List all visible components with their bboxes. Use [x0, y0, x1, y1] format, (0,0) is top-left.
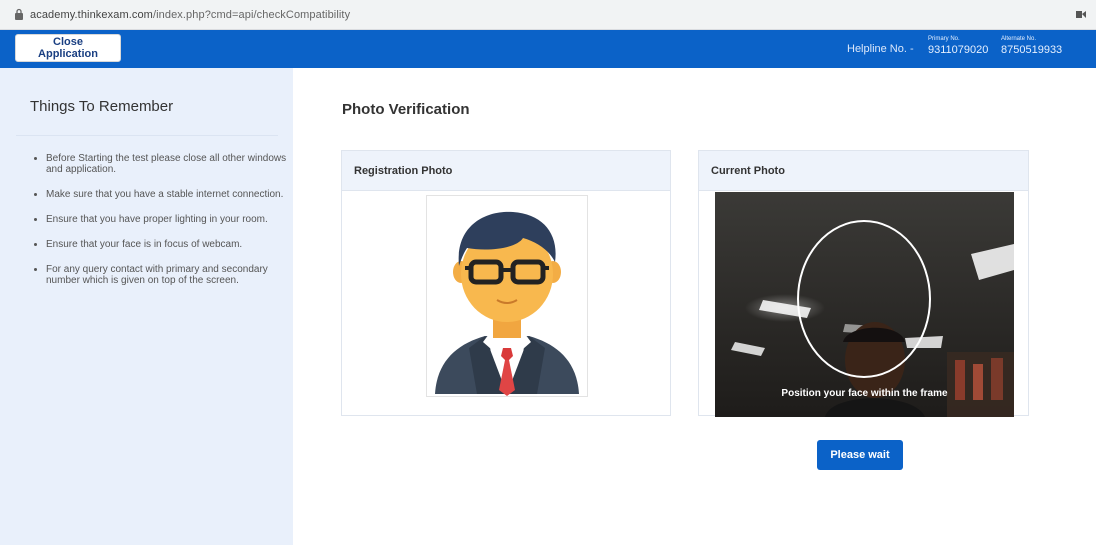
list-item: Before Starting the test please close al… [46, 153, 291, 175]
current-photo-card: Current Photo Position your face within … [698, 150, 1029, 417]
primary-number-block: Primary No. 9311079020 [928, 36, 988, 57]
alternate-number-label: Alternate No. [1001, 36, 1037, 42]
page-title: Photo Verification [342, 101, 470, 118]
instructions-list: Before Starting the test please close al… [32, 153, 291, 300]
list-item: Make sure that you have a stable interne… [46, 189, 291, 200]
close-application-button[interactable]: Close Application [15, 34, 121, 62]
registration-photo-card: Registration Photo [341, 150, 671, 416]
user-avatar-icon [435, 211, 579, 396]
instructions-sidebar: Things To Remember Before Starting the t… [0, 68, 293, 545]
alternate-number: 8750519933 [1001, 44, 1063, 56]
face-position-message: Position your face within the frame [781, 388, 948, 399]
current-photo-title: Current Photo [699, 151, 1028, 191]
registration-photo-title: Registration Photo [342, 151, 670, 191]
webcam-feed: Position your face within the frame [715, 192, 1014, 417]
lock-icon [15, 8, 23, 20]
top-header: Close Application Helpline No. - Primary… [0, 30, 1096, 68]
url-text[interactable]: academy.thinkexam.com/index.php?cmd=api/… [30, 9, 350, 21]
browser-address-bar[interactable]: academy.thinkexam.com/index.php?cmd=api/… [0, 0, 1096, 30]
helpline-label: Helpline No. - [847, 43, 914, 55]
registration-photo [426, 195, 588, 397]
list-item: Ensure that you have proper lighting in … [46, 214, 291, 225]
please-wait-button[interactable]: Please wait [817, 440, 903, 470]
list-item: For any query contact with primary and s… [46, 264, 291, 286]
primary-number-label: Primary No. [928, 36, 960, 42]
sidebar-title: Things To Remember [30, 98, 174, 115]
webcam-image [715, 192, 1014, 417]
primary-number: 9311079020 [928, 44, 989, 56]
list-item: Ensure that your face is in focus of web… [46, 239, 291, 250]
alternate-number-block: Alternate No. 8750519933 [1001, 36, 1062, 57]
sidebar-divider [16, 135, 278, 136]
camera-indicator-icon[interactable] [1076, 10, 1086, 19]
